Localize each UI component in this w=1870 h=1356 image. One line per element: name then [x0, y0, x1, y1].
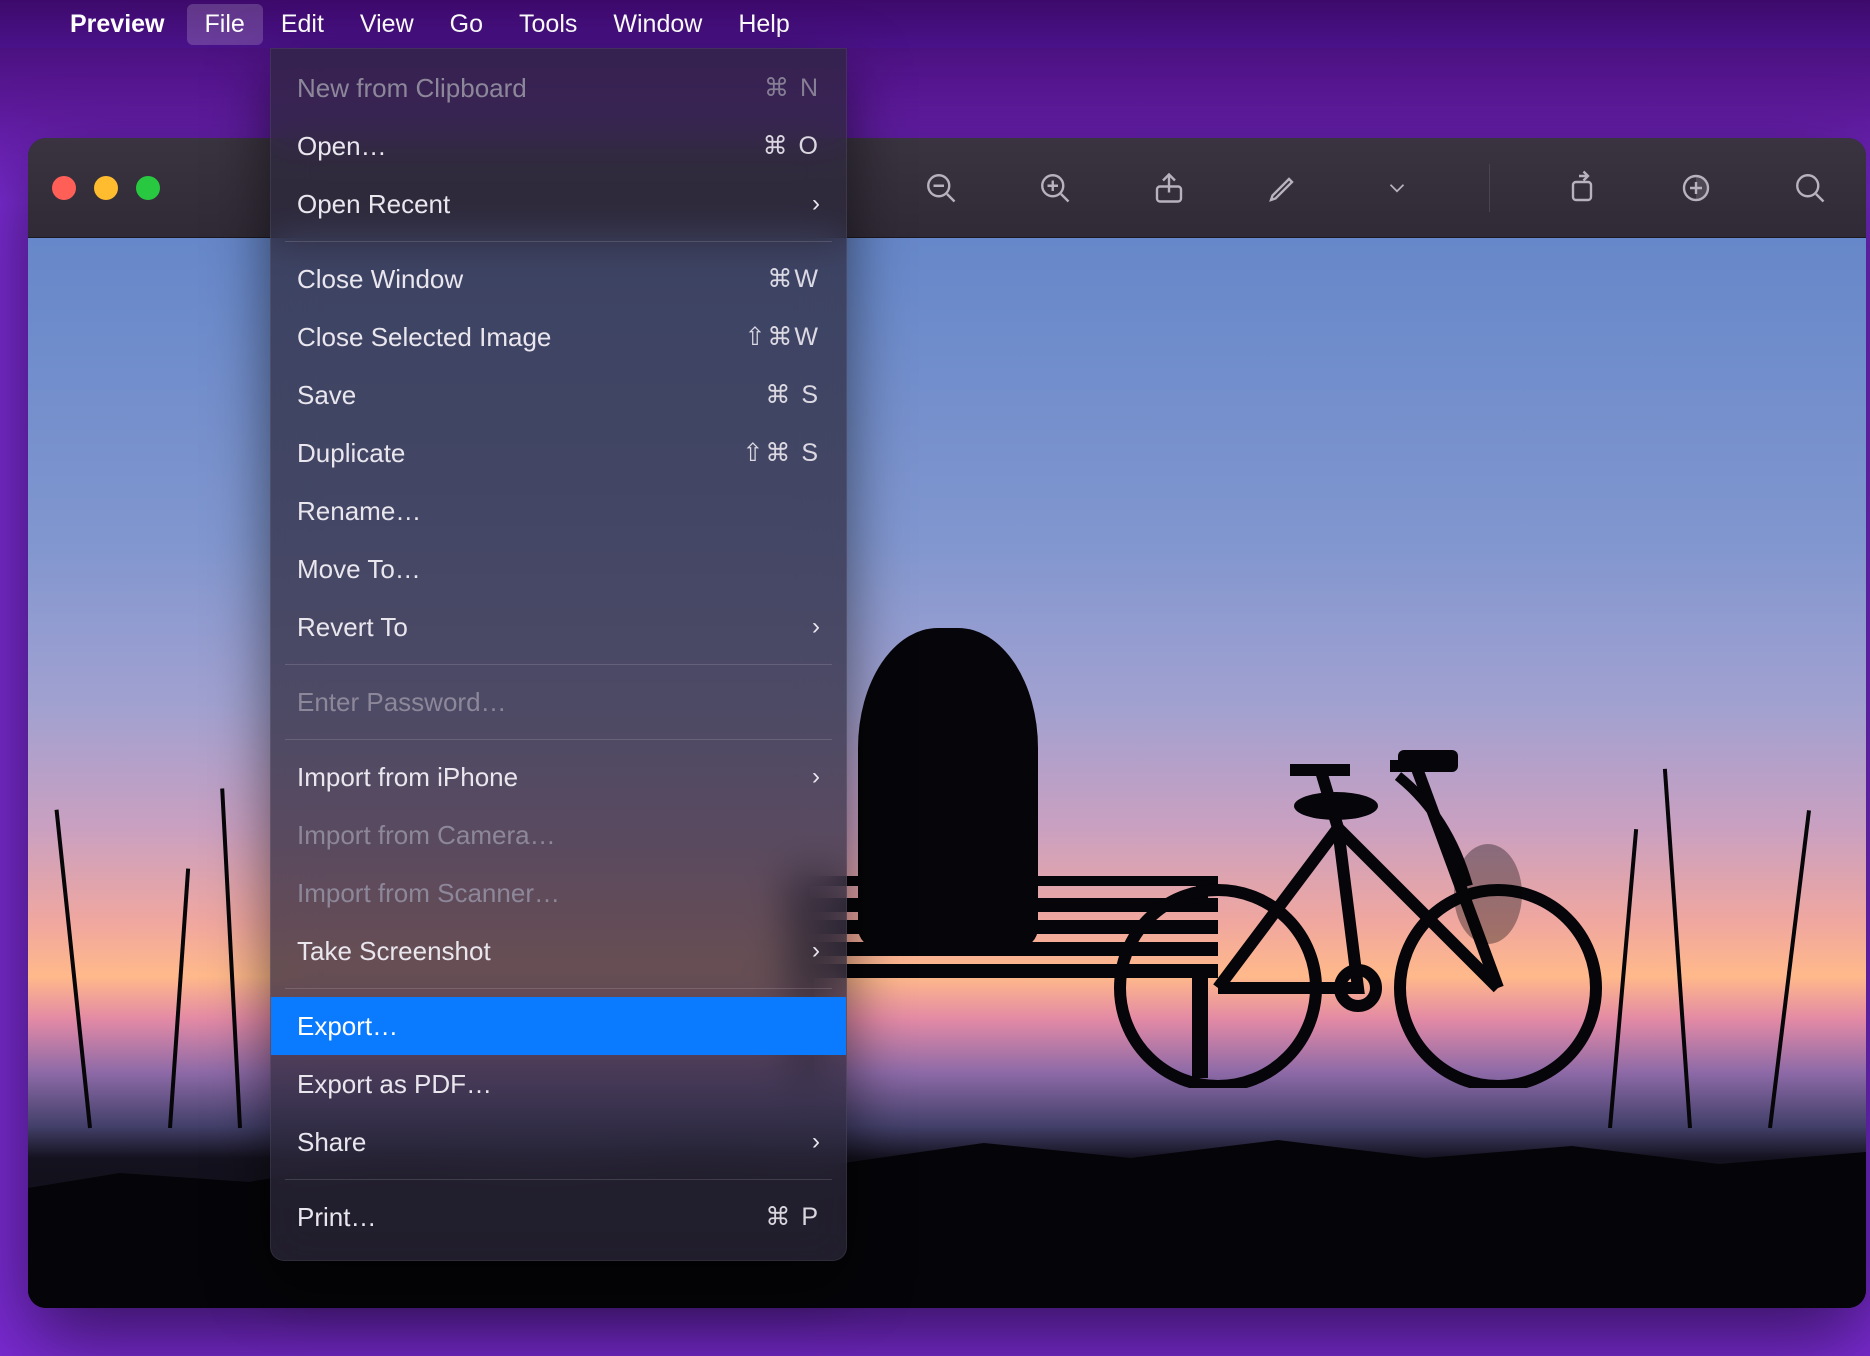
toolbar-separator: [1489, 164, 1490, 212]
menu-item-revert-to[interactable]: Revert To›: [271, 598, 846, 656]
menu-item-label: Import from Scanner…: [297, 878, 820, 909]
menu-item-label: New from Clipboard: [297, 73, 710, 104]
chevron-right-icon: ›: [790, 190, 820, 218]
menu-item-label: Import from Camera…: [297, 820, 820, 851]
menu-edit[interactable]: Edit: [263, 4, 342, 45]
silhouette-bicycle: [1098, 658, 1618, 1088]
menu-item-export-as-pdf[interactable]: Export as PDF…: [271, 1055, 846, 1113]
chevron-right-icon: ›: [790, 613, 820, 641]
menu-separator: [285, 739, 832, 740]
menu-item-label: Share: [297, 1127, 790, 1158]
menu-item-rename[interactable]: Rename…: [271, 482, 846, 540]
menu-item-move-to[interactable]: Move To…: [271, 540, 846, 598]
adjust-color-icon[interactable]: [1674, 166, 1718, 210]
grass-blade: [1768, 810, 1811, 1128]
menu-item-label: Import from iPhone: [297, 762, 790, 793]
menu-tools[interactable]: Tools: [501, 4, 595, 45]
menu-item-shortcut: ⇧⌘W: [710, 322, 820, 352]
file-menu-dropdown: New from Clipboard⌘ NOpen…⌘ OOpen Recent…: [270, 48, 847, 1261]
menu-item-label: Print…: [297, 1202, 710, 1233]
menu-go[interactable]: Go: [432, 4, 501, 45]
close-window-button[interactable]: [52, 176, 76, 200]
menu-item-shortcut: ⌘ P: [710, 1202, 820, 1232]
menu-separator: [285, 1179, 832, 1180]
menu-item-duplicate[interactable]: Duplicate⇧⌘ S: [271, 424, 846, 482]
menu-item-shortcut: ⌘ S: [710, 380, 820, 410]
menu-item-label: Take Screenshot: [297, 936, 790, 967]
menu-separator: [285, 241, 832, 242]
menu-item-print[interactable]: Print…⌘ P: [271, 1188, 846, 1246]
menu-item-label: Revert To: [297, 612, 790, 643]
zoom-out-icon[interactable]: [919, 166, 963, 210]
menu-item-export[interactable]: Export…: [271, 997, 846, 1055]
grass-blade: [1663, 769, 1692, 1128]
minimize-window-button[interactable]: [94, 176, 118, 200]
menu-item-import-from-iphone[interactable]: Import from iPhone›: [271, 748, 846, 806]
chevron-right-icon: ›: [790, 1128, 820, 1156]
menu-item-shortcut: ⇧⌘ S: [710, 438, 820, 468]
menu-item-shortcut: ⌘W: [710, 264, 820, 294]
menu-item-open-recent[interactable]: Open Recent›: [271, 175, 846, 233]
window-toolbar: [919, 164, 1842, 212]
menu-item-shortcut: ⌘ O: [710, 131, 820, 161]
menu-item-label: Close Window: [297, 264, 710, 295]
chevron-right-icon: ›: [790, 937, 820, 965]
app-menu[interactable]: Preview: [54, 4, 187, 45]
menu-item-label: Enter Password…: [297, 687, 820, 718]
menu-item-label: Rename…: [297, 496, 820, 527]
silhouette-person: [858, 628, 1038, 948]
share-icon[interactable]: [1147, 166, 1191, 210]
menu-item-label: Export as PDF…: [297, 1069, 820, 1100]
menu-item-label: Open…: [297, 131, 710, 162]
menu-separator: [285, 664, 832, 665]
menu-item-take-screenshot[interactable]: Take Screenshot›: [271, 922, 846, 980]
menu-item-label: Close Selected Image: [297, 322, 710, 353]
menu-item-open[interactable]: Open…⌘ O: [271, 117, 846, 175]
menu-item-import-from-scanner: Import from Scanner…: [271, 864, 846, 922]
menu-item-label: Duplicate: [297, 438, 710, 469]
menu-item-save[interactable]: Save⌘ S: [271, 366, 846, 424]
menu-item-close-selected-image[interactable]: Close Selected Image⇧⌘W: [271, 308, 846, 366]
fullscreen-window-button[interactable]: [136, 176, 160, 200]
grass-blade: [220, 788, 242, 1128]
menu-item-new-from-clipboard: New from Clipboard⌘ N: [271, 59, 846, 117]
chevron-right-icon: ›: [790, 763, 820, 791]
menu-file[interactable]: File: [187, 4, 263, 45]
search-icon[interactable]: [1788, 166, 1832, 210]
grass-blade: [55, 810, 92, 1129]
zoom-in-icon[interactable]: [1033, 166, 1077, 210]
menu-item-shortcut: ⌘ N: [710, 73, 820, 103]
menu-help[interactable]: Help: [720, 4, 807, 45]
menu-view[interactable]: View: [342, 4, 432, 45]
grass-blade: [168, 868, 190, 1128]
rotate-icon[interactable]: [1560, 166, 1604, 210]
window-traffic-lights: [52, 176, 160, 200]
menu-item-label: Export…: [297, 1011, 820, 1042]
menu-item-close-window[interactable]: Close Window⌘W: [271, 250, 846, 308]
menu-bar: Preview File Edit View Go Tools Window H…: [0, 0, 1870, 48]
menu-item-label: Move To…: [297, 554, 820, 585]
markup-more-icon[interactable]: [1375, 166, 1419, 210]
menu-item-import-from-camera: Import from Camera…: [271, 806, 846, 864]
menu-separator: [285, 988, 832, 989]
menu-item-enter-password: Enter Password…: [271, 673, 846, 731]
menu-window[interactable]: Window: [595, 4, 720, 45]
menu-item-share[interactable]: Share›: [271, 1113, 846, 1171]
markup-icon[interactable]: [1261, 166, 1305, 210]
menu-item-label: Open Recent: [297, 189, 790, 220]
menu-item-label: Save: [297, 380, 710, 411]
